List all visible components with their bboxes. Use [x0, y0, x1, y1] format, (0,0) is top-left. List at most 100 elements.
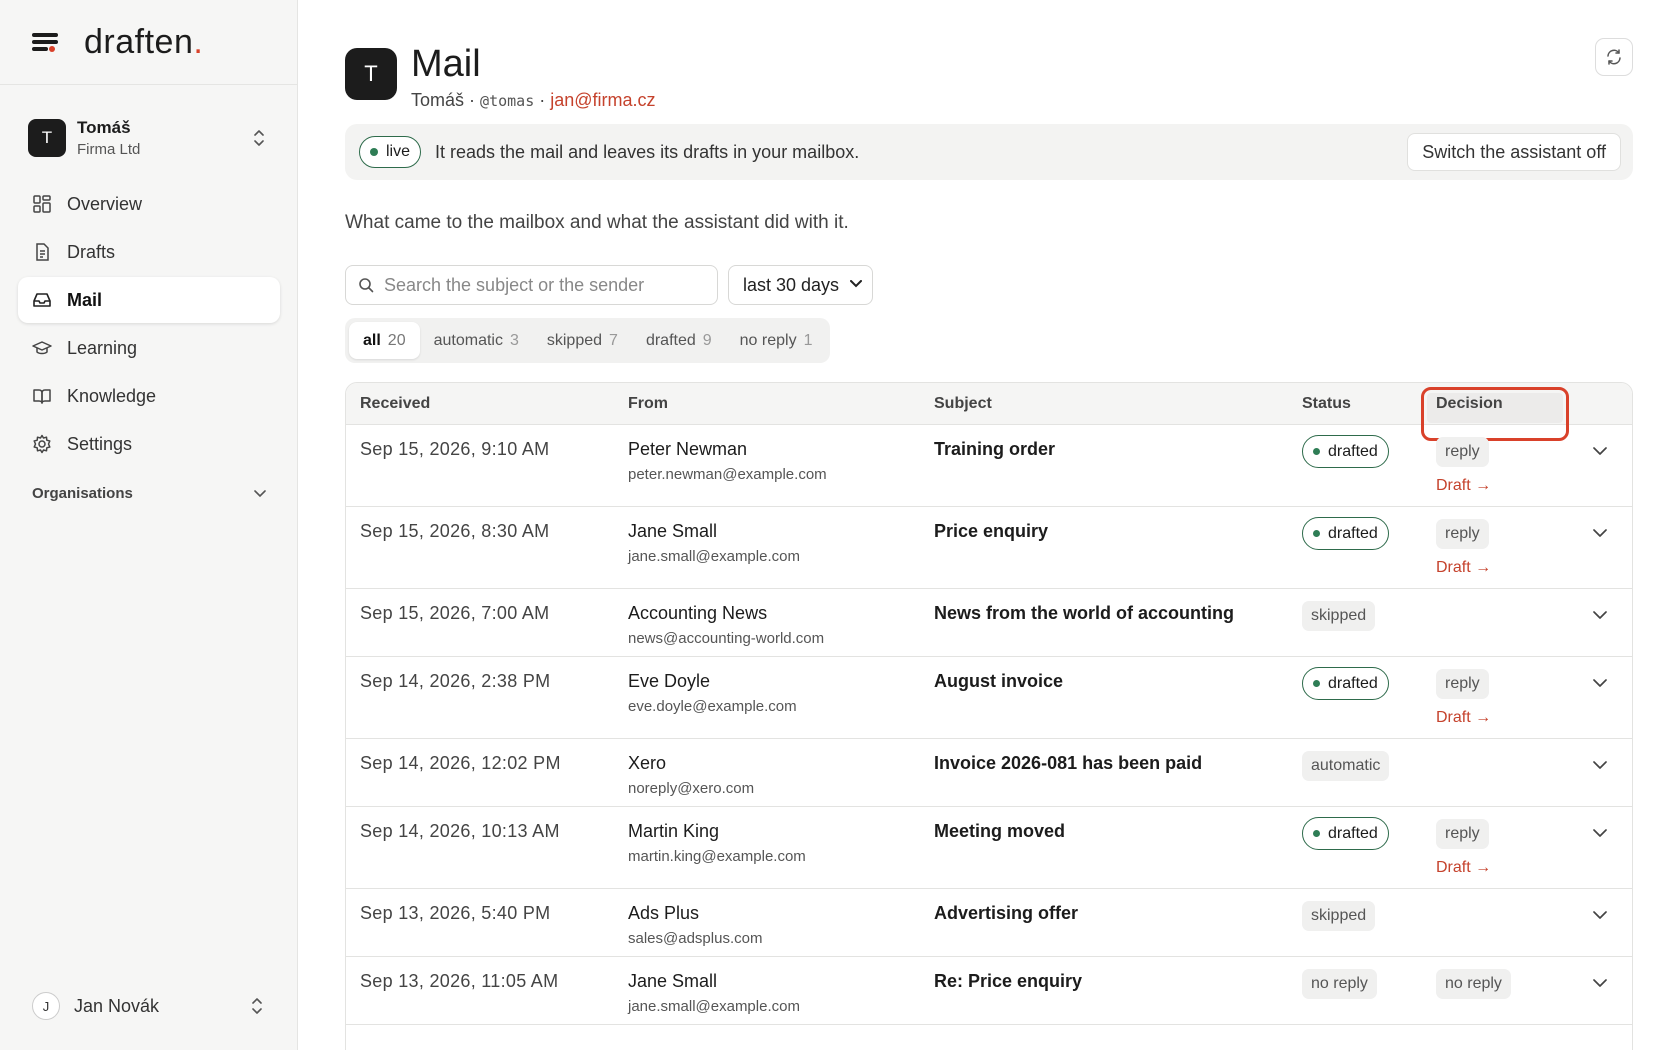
mailbox-email[interactable]: jan@firma.cz	[550, 90, 655, 110]
live-status-label: live	[386, 143, 411, 160]
open-draft-link[interactable]: Draft →	[1436, 559, 1491, 577]
expand-row-button[interactable]	[1593, 675, 1607, 693]
status-cell: drafted	[1302, 817, 1389, 850]
expand-row-button[interactable]	[1593, 907, 1607, 925]
status-cell: skipped	[1302, 599, 1376, 631]
sidebar-item-label: Mail	[67, 289, 103, 310]
sidebar-item-drafts[interactable]: Drafts	[18, 229, 280, 275]
expand-row-button[interactable]	[1593, 525, 1607, 543]
sender-email: peter.newman@example.com	[628, 466, 827, 483]
brand-logo[interactable]: draften.	[84, 23, 203, 62]
sender: Peter Newman peter.newman@example.com	[628, 439, 827, 483]
account-org: Firma Ltd	[77, 141, 141, 158]
received-date: Sep 14, 2026, 2:38 PM	[360, 671, 551, 691]
table-row[interactable]: Sep 15, 2026, 8:30 AM Jane Small jane.sm…	[346, 507, 1632, 589]
column-subject[interactable]: Subject	[934, 395, 992, 413]
expand-row-button[interactable]	[1593, 757, 1607, 775]
table-row[interactable]: Sep 15, 2026, 7:00 AM Accounting News ne…	[346, 589, 1632, 657]
search-box[interactable]	[345, 265, 718, 305]
status-cell: drafted	[1302, 517, 1389, 550]
tab-automatic[interactable]: automatic 3	[420, 322, 533, 359]
tab-no-reply[interactable]: no reply 1	[726, 322, 827, 359]
table-row[interactable]: Sep 13, 2026, 11:05 AM Jane Small jane.s…	[346, 957, 1632, 1025]
table-row[interactable]: Sep 13, 2026, 5:40 PM Ads Plus sales@ads…	[346, 889, 1632, 957]
expand-row-button[interactable]	[1593, 607, 1607, 625]
separator: ·	[469, 90, 476, 110]
expand-row-button[interactable]	[1593, 825, 1607, 843]
switch-assistant-off-button[interactable]: Switch the assistant off	[1407, 133, 1621, 171]
mailbox-handle: @tomas	[480, 92, 535, 110]
banner-text: It reads the mail and leaves its drafts …	[435, 141, 860, 162]
open-draft-link[interactable]: Draft →	[1436, 859, 1491, 877]
chevron-down-icon	[254, 489, 266, 497]
decision-cell: reply Draft →	[1436, 817, 1491, 877]
table-row[interactable]: Sep 15, 2026, 9:10 AM Peter Newman peter…	[346, 425, 1632, 507]
open-draft-link[interactable]: Draft →	[1436, 709, 1491, 727]
sidebar-item-overview[interactable]: Overview	[18, 181, 280, 227]
user-avatar: J	[32, 992, 60, 1020]
tab-all[interactable]: all 20	[349, 322, 420, 359]
separator: ·	[539, 90, 546, 110]
chevron-down-icon	[1593, 529, 1607, 537]
sidebar-item-mail[interactable]: Mail	[18, 277, 280, 323]
mailbox-subline: Tomáš · @tomas · jan@firma.cz	[411, 90, 656, 111]
status-badge: no reply	[1302, 969, 1377, 999]
search-input[interactable]	[384, 274, 704, 296]
sender-name: Eve Doyle	[628, 671, 711, 691]
account-switcher[interactable]: T Tomáš Firma Ltd	[20, 110, 278, 166]
status-cell: drafted	[1302, 667, 1389, 700]
tab-label: no reply	[739, 331, 797, 349]
sender-email: eve.doyle@example.com	[628, 698, 797, 715]
tab-count: 20	[387, 331, 406, 349]
tab-label: automatic	[433, 331, 503, 349]
chevron-down-icon	[850, 280, 862, 288]
account-avatar: T	[28, 119, 66, 157]
column-received[interactable]: Received	[360, 395, 430, 413]
organisations-toggle[interactable]: Organisations	[32, 485, 266, 502]
mail-subject: Invoice 2026-081 has been paid	[934, 753, 1203, 773]
received-date: Sep 14, 2026, 10:13 AM	[360, 821, 560, 841]
user-switcher[interactable]: J Jan Novák	[32, 992, 266, 1020]
open-draft-link[interactable]: Draft →	[1436, 477, 1491, 495]
table-row[interactable]: Sep 14, 2026, 2:38 PM Eve Doyle eve.doyl…	[346, 657, 1632, 739]
column-from[interactable]: From	[628, 395, 668, 413]
sender-name: Martin King	[628, 821, 720, 841]
status-cell: no reply	[1302, 967, 1377, 999]
chevron-down-icon	[1593, 679, 1607, 687]
sender-name: Jane Small	[628, 521, 718, 541]
sidebar-nav: Overview Drafts Mail Learning Knowledge …	[18, 181, 280, 469]
sidebar-item-learning[interactable]: Learning	[18, 325, 280, 371]
table-row[interactable]: Sep 14, 2026, 12:02 PM Xero noreply@xero…	[346, 739, 1632, 807]
sidebar-item-settings[interactable]: Settings	[18, 421, 280, 467]
date-range-select[interactable]: last 30 days	[728, 265, 873, 305]
graduation-cap-icon	[32, 341, 52, 355]
sidebar-item-knowledge[interactable]: Knowledge	[18, 373, 280, 419]
column-decision[interactable]: Decision	[1436, 395, 1503, 413]
table-row[interactable]: Sep 14, 2026, 10:13 AM Martin King marti…	[346, 807, 1632, 889]
chevron-updown-icon	[254, 130, 264, 146]
user-name: Jan Novák	[74, 995, 160, 1016]
decision-cell: reply Draft →	[1436, 667, 1491, 727]
received-date: Sep 13, 2026, 5:40 PM	[360, 903, 551, 923]
decision-badge: reply	[1436, 669, 1489, 699]
expand-row-button[interactable]	[1593, 443, 1607, 461]
tab-skipped[interactable]: skipped 7	[533, 322, 632, 359]
menu-icon[interactable]	[32, 31, 60, 53]
status-badge: drafted	[1302, 435, 1389, 468]
status-badge: drafted	[1302, 817, 1389, 850]
mail-subject: Advertising offer	[934, 903, 1079, 923]
status-badge: skipped	[1302, 901, 1376, 931]
decision-cell: no reply	[1436, 967, 1511, 999]
book-icon	[33, 389, 51, 404]
refresh-button[interactable]	[1595, 38, 1633, 76]
received-date: Sep 15, 2026, 9:10 AM	[360, 439, 550, 459]
mail-subject: News from the world of accounting	[934, 603, 1235, 623]
column-status[interactable]: Status	[1302, 395, 1351, 413]
chevron-updown-icon	[252, 998, 262, 1014]
mail-subject: Meeting moved	[934, 821, 1066, 841]
sender: Xero noreply@xero.com	[628, 753, 754, 797]
status-label: drafted	[1328, 442, 1378, 460]
received-date: Sep 15, 2026, 8:30 AM	[360, 521, 550, 541]
expand-row-button[interactable]	[1593, 975, 1607, 993]
tab-drafted[interactable]: drafted 9	[632, 322, 726, 359]
